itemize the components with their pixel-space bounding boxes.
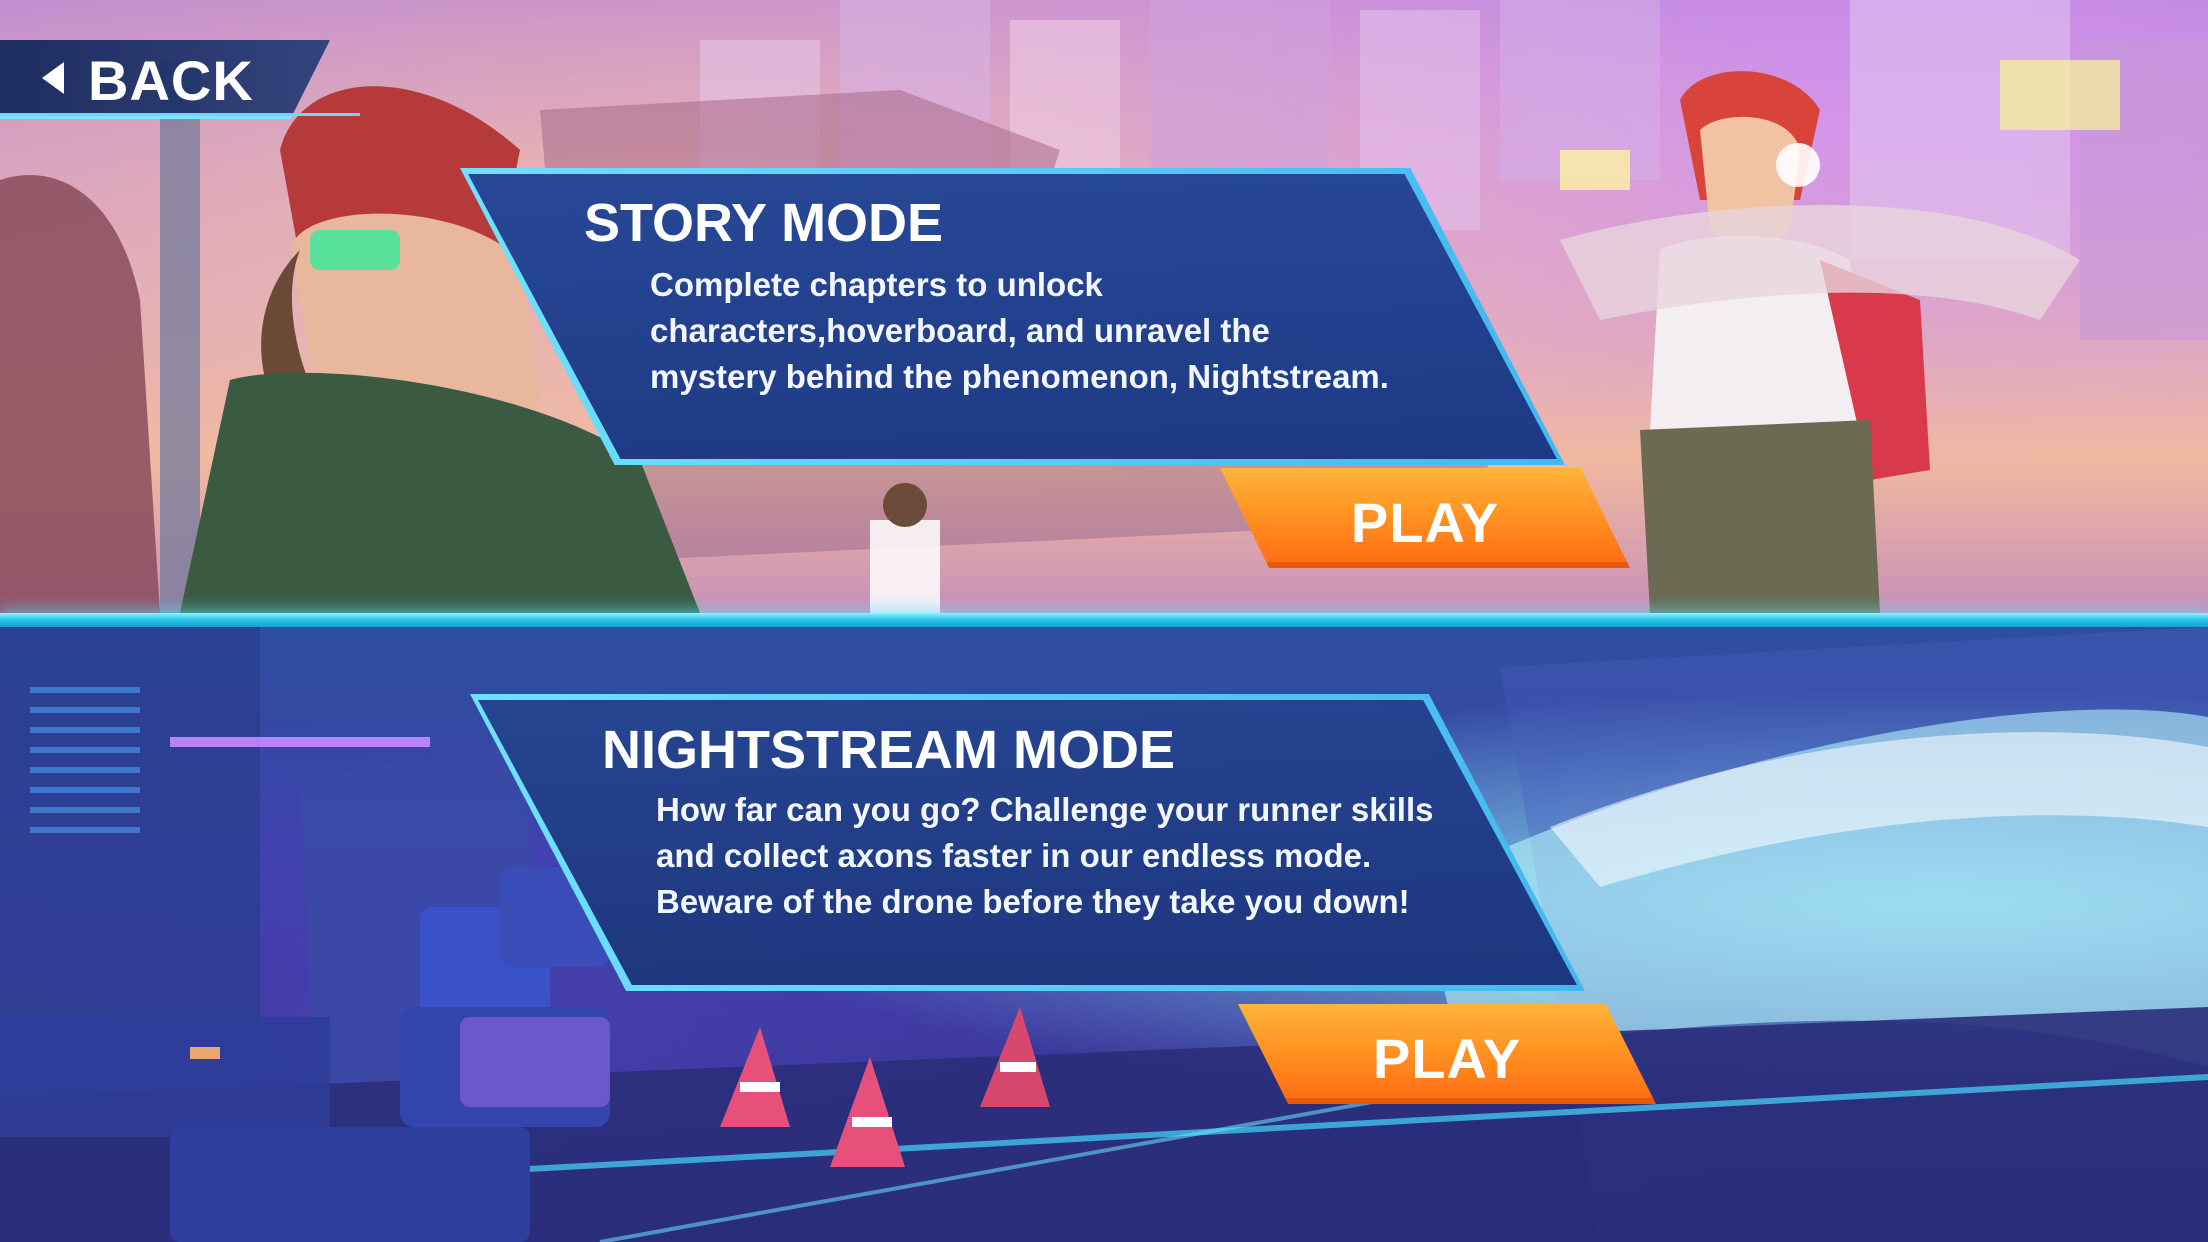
story-mode-panel: BACK STORY MODE Complete chapters to unl… xyxy=(0,0,2208,613)
story-mode-description-line: Complete chapters to unlock xyxy=(650,266,1103,303)
story-mode-description: Complete chapters to unlock characters,h… xyxy=(650,262,1389,400)
nightstream-mode-description: How far can you go? Challenge your runne… xyxy=(656,787,1433,925)
nightstream-mode-description-line: Beware of the drone before they take you… xyxy=(656,883,1410,920)
nightstream-mode-description-line: and collect axons faster in our endless … xyxy=(656,837,1372,874)
nightstream-mode-play-button[interactable]: PLAY xyxy=(1238,1004,1656,1104)
back-bar-underline xyxy=(0,113,360,116)
panel-divider xyxy=(0,613,2208,627)
nightstream-mode-play-label[interactable]: PLAY xyxy=(1238,1026,1656,1091)
nightstream-mode-description-line: How far can you go? Challenge your runne… xyxy=(656,791,1434,828)
story-mode-title: STORY MODE xyxy=(584,193,944,253)
back-button-label[interactable]: BACK xyxy=(88,48,254,113)
nightstream-mode-title: NIGHTSTREAM MODE xyxy=(602,720,1175,780)
nightstream-mode-panel: NIGHTSTREAM MODE How far can you go? Cha… xyxy=(0,627,2208,1242)
story-mode-description-line: characters,hoverboard, and unravel the xyxy=(650,312,1270,349)
story-mode-play-button[interactable]: PLAY xyxy=(1220,468,1630,568)
story-mode-play-label[interactable]: PLAY xyxy=(1220,490,1630,555)
story-mode-description-line: mystery behind the phenomenon, Nightstre… xyxy=(650,358,1389,395)
caret-left-icon[interactable] xyxy=(42,62,64,94)
